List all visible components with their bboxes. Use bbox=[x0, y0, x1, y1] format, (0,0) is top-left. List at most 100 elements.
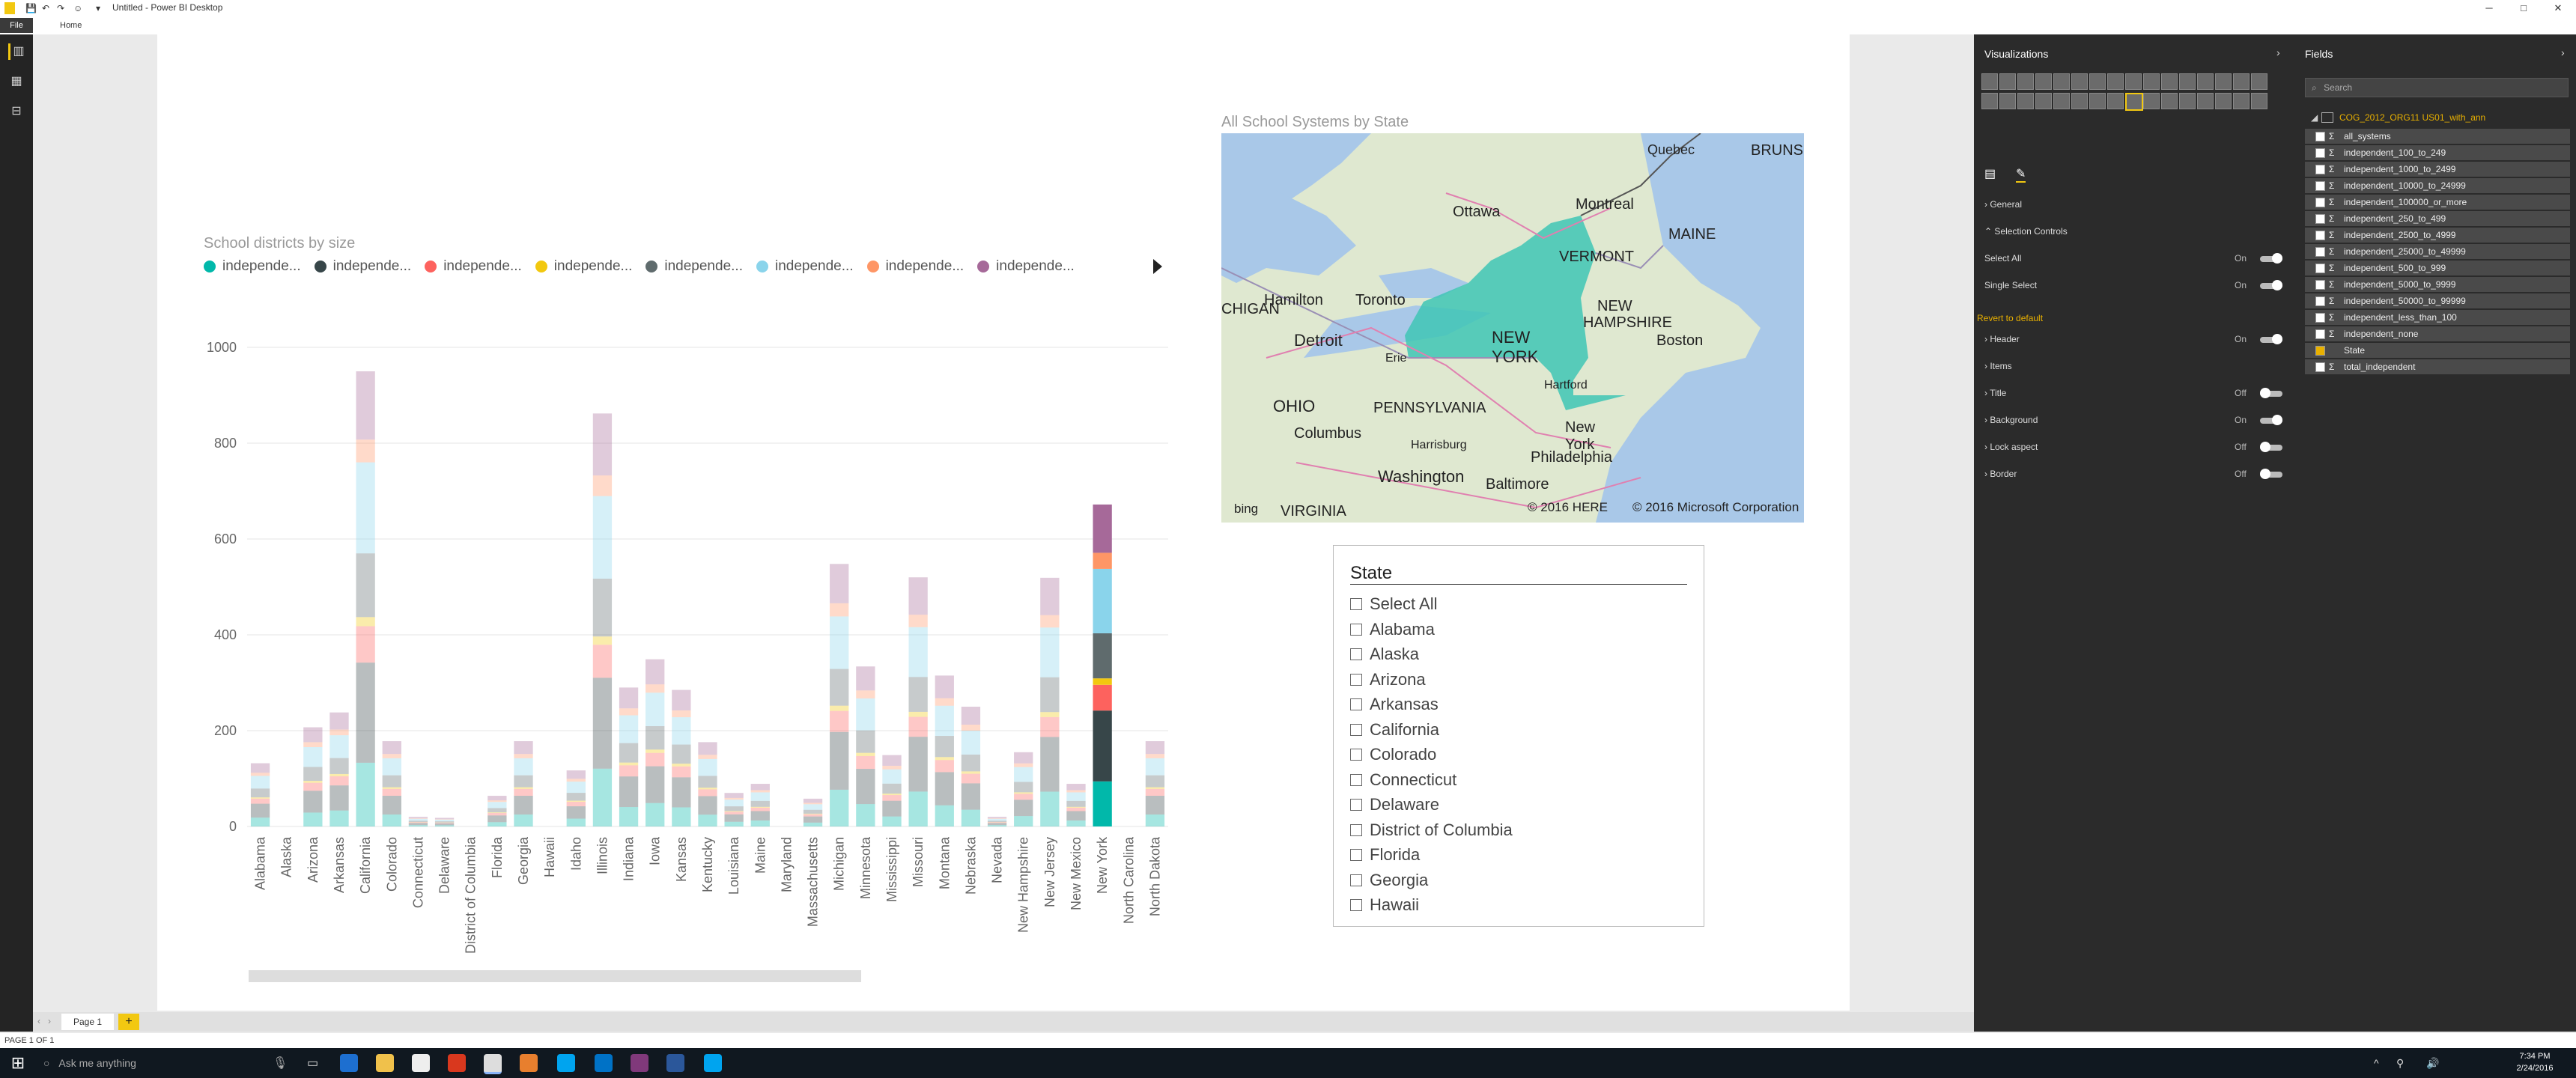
bar-segment[interactable] bbox=[830, 789, 849, 826]
bar-segment[interactable] bbox=[1040, 716, 1060, 737]
quick-access-dropdown-icon[interactable]: ▾ bbox=[96, 2, 100, 14]
checkbox[interactable] bbox=[1350, 749, 1362, 761]
bar-segment[interactable] bbox=[303, 727, 323, 743]
bar-segment[interactable] bbox=[698, 796, 717, 815]
bar-segment[interactable] bbox=[672, 689, 691, 710]
bar-segment[interactable] bbox=[303, 782, 323, 791]
bar-segment[interactable] bbox=[961, 783, 981, 810]
bar-segment[interactable] bbox=[1145, 741, 1165, 755]
bar-segment[interactable] bbox=[487, 822, 507, 826]
bar-segment[interactable] bbox=[750, 807, 770, 811]
bar-segment[interactable] bbox=[1040, 615, 1060, 628]
bar-segment[interactable] bbox=[724, 811, 744, 814]
bar-segment[interactable] bbox=[303, 791, 323, 813]
visual-type-icon[interactable] bbox=[2017, 93, 2034, 109]
bar-segment[interactable] bbox=[1066, 806, 1086, 808]
bar-segment[interactable] bbox=[250, 773, 270, 776]
format-section[interactable]: › Background bbox=[1984, 415, 2038, 425]
bar-segment[interactable] bbox=[250, 817, 270, 826]
bar-segment[interactable] bbox=[250, 776, 270, 789]
bar-segment[interactable] bbox=[566, 770, 586, 779]
slicer-item[interactable]: Georgia bbox=[1350, 871, 1428, 890]
checkbox[interactable] bbox=[1350, 899, 1362, 911]
checkbox[interactable] bbox=[1350, 823, 1362, 836]
bar-segment[interactable] bbox=[987, 822, 1007, 823]
bar-segment[interactable] bbox=[856, 730, 875, 753]
minimize-button[interactable]: ─ bbox=[2476, 1, 2503, 15]
bar-segment[interactable] bbox=[856, 769, 875, 805]
visual-type-icon[interactable] bbox=[1981, 93, 1998, 109]
bar-segment[interactable] bbox=[1014, 800, 1033, 817]
legend-item[interactable]: independe... bbox=[977, 258, 1075, 275]
bar-segment[interactable] bbox=[1093, 710, 1112, 782]
field-item[interactable]: Σindependent_100_to_249 bbox=[2305, 145, 2570, 160]
bar-segment[interactable] bbox=[672, 710, 691, 718]
format-section[interactable]: › Lock aspect bbox=[1984, 442, 2038, 452]
bar-segment[interactable] bbox=[830, 731, 849, 790]
collapse-viz-pane-icon[interactable]: › bbox=[2276, 46, 2280, 58]
bar-segment[interactable] bbox=[566, 782, 586, 794]
bar-segment[interactable] bbox=[329, 810, 349, 826]
bar-segment[interactable] bbox=[672, 807, 691, 826]
bar-segment[interactable] bbox=[303, 742, 323, 748]
field-item[interactable]: Σindependent_10000_to_24999 bbox=[2305, 178, 2570, 193]
bar-segment[interactable] bbox=[356, 663, 375, 763]
bar-segment[interactable] bbox=[803, 804, 823, 810]
visual-type-icon[interactable] bbox=[2161, 73, 2178, 90]
bar-segment[interactable] bbox=[434, 819, 455, 822]
bar-segment[interactable] bbox=[566, 818, 586, 826]
bar-segment[interactable] bbox=[987, 818, 1007, 821]
bar-segment[interactable] bbox=[645, 749, 665, 753]
bar-segment[interactable] bbox=[961, 809, 981, 826]
visual-type-icon[interactable] bbox=[2251, 73, 2267, 90]
fields-search-input[interactable]: ⌕ Search bbox=[2305, 78, 2569, 97]
field-item[interactable]: Σtotal_independent bbox=[2305, 359, 2570, 374]
bar-segment[interactable] bbox=[1093, 633, 1112, 679]
bar-segment[interactable] bbox=[935, 772, 954, 806]
bar-segment[interactable] bbox=[908, 677, 928, 712]
visual-type-icon[interactable] bbox=[2125, 93, 2143, 111]
bar-segment[interactable] bbox=[303, 781, 323, 783]
bar-segment[interactable] bbox=[698, 814, 717, 826]
bar-segment[interactable] bbox=[1040, 712, 1060, 717]
visual-type-icon[interactable] bbox=[2053, 93, 2070, 109]
skype-business-icon[interactable] bbox=[704, 1054, 722, 1072]
bar-segment[interactable] bbox=[750, 800, 770, 807]
bar-segment[interactable] bbox=[382, 754, 401, 758]
bar-segment[interactable] bbox=[619, 715, 639, 743]
bar-segment[interactable] bbox=[882, 769, 902, 784]
relationships-view-icon[interactable]: ⊟ bbox=[8, 103, 25, 120]
visual-type-icon[interactable] bbox=[2071, 93, 2088, 109]
bar-segment[interactable] bbox=[672, 764, 691, 767]
bar-segment[interactable] bbox=[1014, 752, 1033, 764]
visual-type-icon[interactable] bbox=[2143, 93, 2160, 109]
bar-segment[interactable] bbox=[1145, 758, 1165, 776]
bar-segment[interactable] bbox=[935, 760, 954, 773]
bar-segment[interactable] bbox=[408, 820, 428, 823]
page-nav-prev-icon[interactable]: ‹ bbox=[37, 1016, 40, 1026]
field-checkbox[interactable] bbox=[2315, 132, 2325, 141]
bar-segment[interactable] bbox=[1093, 568, 1112, 633]
legend-item[interactable]: independe... bbox=[866, 258, 964, 275]
field-checkbox[interactable] bbox=[2315, 231, 2325, 240]
bar-segment[interactable] bbox=[434, 817, 455, 820]
windows-start-icon[interactable]: ⊞ bbox=[4, 1051, 31, 1075]
bar-segment[interactable] bbox=[303, 767, 323, 782]
bar-segment[interactable] bbox=[908, 791, 928, 826]
bar-segment[interactable] bbox=[803, 814, 823, 817]
visual-type-icon[interactable] bbox=[2179, 73, 2196, 90]
outlook-icon[interactable] bbox=[595, 1054, 613, 1072]
bar-segment[interactable] bbox=[698, 776, 717, 788]
bar-segment[interactable] bbox=[514, 787, 533, 789]
format-toggle[interactable] bbox=[2260, 415, 2282, 425]
bar-segment[interactable] bbox=[434, 825, 455, 826]
bar-segment[interactable] bbox=[514, 788, 533, 796]
bar-segment[interactable] bbox=[1014, 794, 1033, 800]
slicer-item[interactable]: Alabama bbox=[1350, 620, 1435, 639]
store-icon[interactable] bbox=[412, 1054, 430, 1072]
bar-segment[interactable] bbox=[803, 809, 823, 814]
bar-segment[interactable] bbox=[1066, 820, 1086, 826]
legend-item[interactable]: independe... bbox=[204, 258, 301, 275]
bar-segment[interactable] bbox=[908, 627, 928, 677]
visual-type-icon[interactable] bbox=[1981, 73, 1998, 90]
